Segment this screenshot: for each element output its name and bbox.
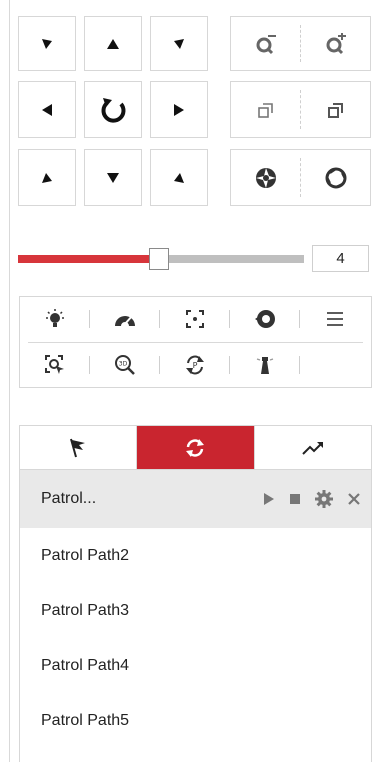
arrow-up-icon — [107, 38, 119, 49]
auto-rotate-icon — [101, 97, 126, 123]
lens-init-button[interactable] — [230, 297, 300, 341]
list-item-selected[interactable]: Patrol... — [20, 470, 371, 528]
gear-icon — [315, 490, 333, 508]
patrol-name: Patrol Path5 — [41, 711, 130, 729]
zoom-in-button[interactable] — [301, 17, 370, 70]
list-item[interactable]: Patrol Path2 — [20, 528, 371, 583]
menu-icon — [327, 312, 343, 326]
iris-controls — [230, 149, 371, 206]
wiper-icon — [115, 315, 135, 326]
arrow-down-icon — [107, 172, 119, 183]
manual-search-icon — [256, 357, 274, 374]
arrow-right-icon — [174, 103, 184, 116]
pan-left-button[interactable] — [18, 81, 76, 138]
ptz-tabs — [19, 425, 372, 469]
one-touch-focus-icon — [186, 310, 204, 328]
left-border — [9, 0, 10, 762]
park-action-icon: P — [186, 355, 204, 375]
ptz-speed-slider[interactable] — [18, 248, 304, 272]
pan-up-left-button[interactable] — [18, 16, 76, 71]
play-button[interactable] — [263, 492, 275, 506]
svg-text:3D: 3D — [119, 361, 128, 368]
pan-up-right-button[interactable] — [150, 16, 208, 71]
play-icon — [264, 493, 274, 505]
preset-flag-icon — [70, 438, 86, 457]
3d-zoom-button[interactable]: 3D — [90, 343, 160, 387]
auto-rotate-button[interactable] — [84, 81, 142, 138]
list-item[interactable]: Patrol Path5 — [20, 693, 371, 748]
focus-far-button[interactable] — [301, 82, 370, 137]
arrow-down-left-icon — [42, 172, 52, 183]
iris-open-icon — [255, 167, 276, 188]
patrol-name: Patrol Path3 — [41, 601, 130, 619]
pan-down-right-button[interactable] — [150, 149, 208, 206]
list-item[interactable]: Patrol Path3 — [20, 583, 371, 638]
arrow-left-icon — [42, 103, 52, 116]
pan-down-left-button[interactable] — [18, 149, 76, 206]
slider-track — [158, 255, 304, 263]
zoom-out-button[interactable] — [231, 17, 300, 70]
pan-down-button[interactable] — [84, 149, 142, 206]
svg-text:P: P — [193, 361, 198, 370]
3d-zoom-icon: 3D — [115, 355, 135, 375]
iris-open-button[interactable] — [231, 150, 300, 205]
manual-tracking-button[interactable] — [20, 343, 90, 387]
focus-near-button[interactable] — [231, 82, 300, 137]
zoom-in-icon — [326, 32, 346, 54]
patrol-icon — [186, 438, 205, 457]
focus-controls — [230, 81, 371, 138]
speed-value: 4 — [312, 245, 369, 272]
lens-init-icon — [255, 310, 275, 328]
park-action-button[interactable]: P — [160, 343, 230, 387]
stop-icon — [290, 494, 300, 504]
one-touch-focus-button[interactable] — [160, 297, 230, 341]
arrow-up-left-icon — [42, 38, 52, 49]
pan-up-button[interactable] — [84, 16, 142, 71]
close-icon — [348, 493, 360, 505]
stop-button[interactable] — [289, 493, 301, 505]
wiper-button[interactable] — [90, 297, 160, 341]
zoom-controls — [230, 16, 371, 71]
pattern-icon — [302, 441, 323, 455]
settings-button[interactable] — [315, 490, 333, 508]
focus-near-icon — [257, 102, 273, 118]
delete-button[interactable] — [347, 492, 361, 506]
function-toolbar: 3D P — [19, 296, 372, 388]
tab-pattern[interactable] — [253, 426, 371, 469]
slider-thumb[interactable] — [149, 248, 169, 270]
manual-search-button[interactable] — [230, 343, 300, 387]
light-icon — [46, 309, 64, 327]
iris-close-icon — [325, 167, 346, 188]
list-item[interactable]: Patrol Path4 — [20, 638, 371, 693]
zoom-out-icon — [256, 34, 276, 54]
patrol-name: Patrol Path4 — [41, 656, 130, 674]
patrol-name: Patrol... — [41, 490, 97, 507]
focus-far-icon — [327, 102, 343, 118]
iris-close-button[interactable] — [301, 150, 370, 205]
tab-patrol[interactable] — [136, 426, 254, 469]
manual-tracking-icon — [45, 355, 64, 374]
empty-slot — [300, 343, 370, 387]
pan-right-button[interactable] — [150, 81, 208, 138]
arrow-up-right-icon — [174, 38, 184, 49]
slider-fill — [18, 255, 158, 263]
patrol-name: Patrol Path2 — [41, 546, 130, 564]
light-button[interactable] — [20, 297, 90, 341]
arrow-down-right-icon — [174, 172, 184, 183]
tab-preset[interactable] — [20, 426, 137, 469]
patrol-list: Patrol... Patrol Path2 Patrol Path3 Patr… — [19, 469, 372, 762]
menu-button[interactable] — [300, 297, 370, 341]
